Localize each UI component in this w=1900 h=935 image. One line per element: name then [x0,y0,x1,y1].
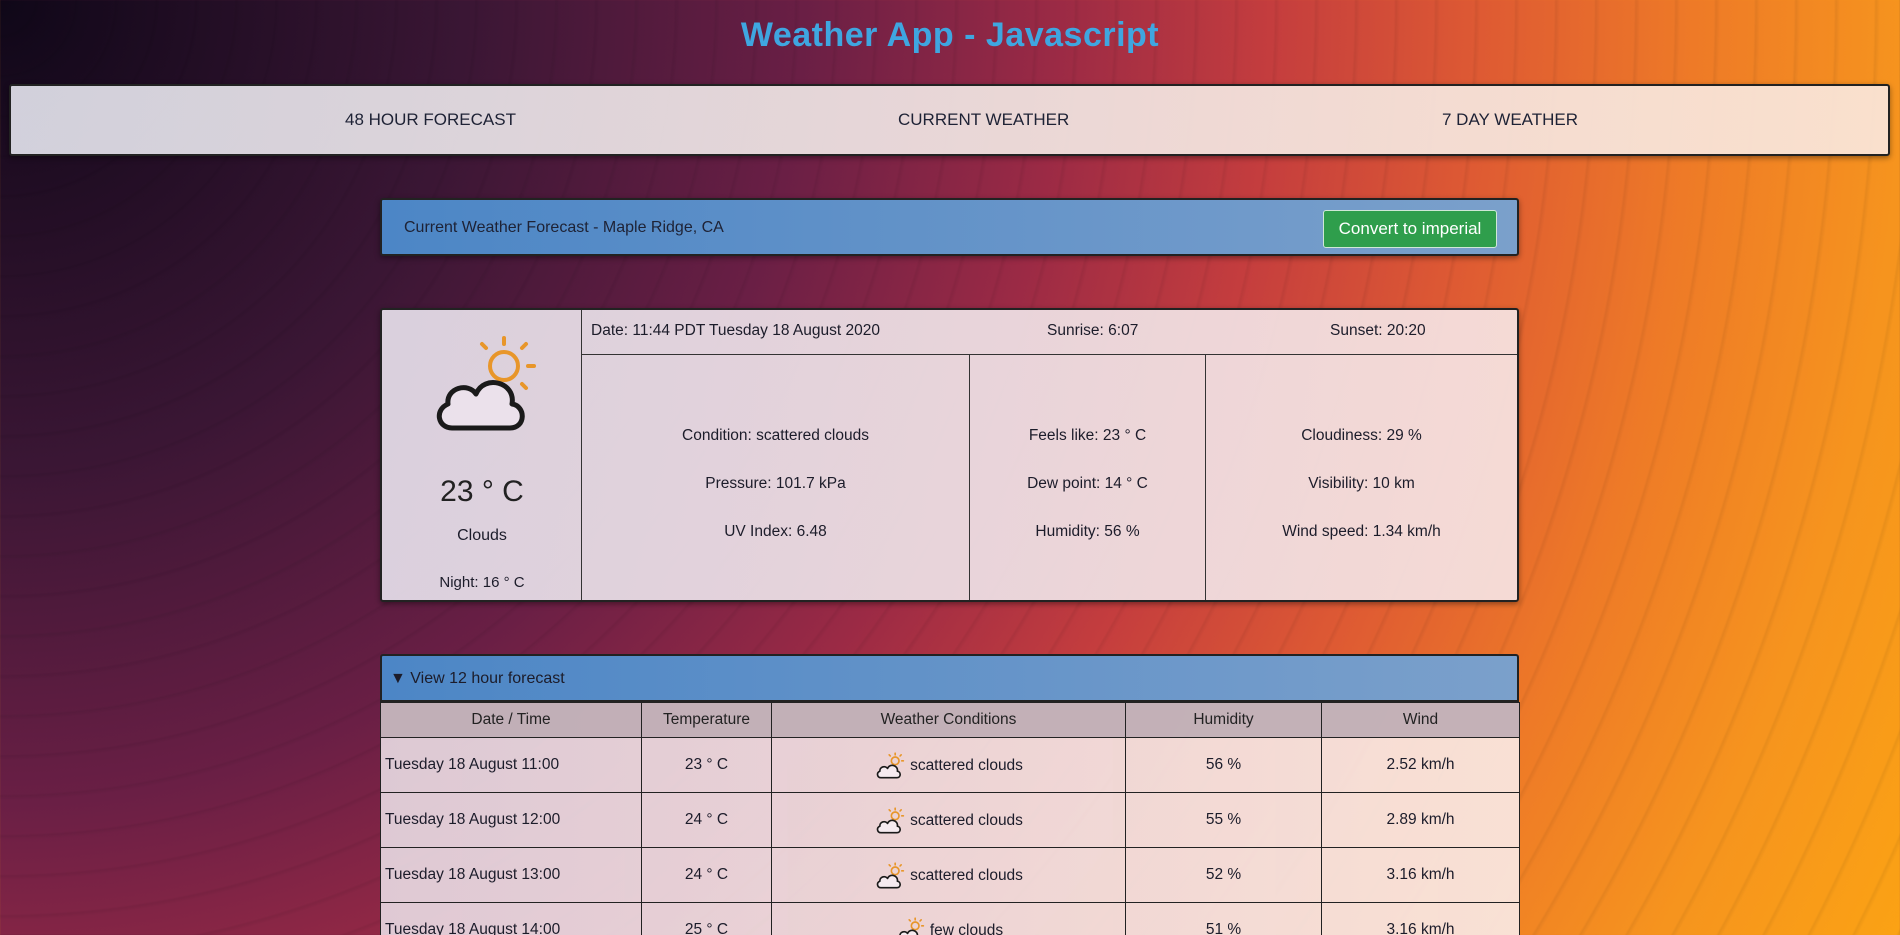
table-row: Tuesday 18 August 11:00 23 ° C scattered c… [380,737,1520,793]
row-wind: 3.16 km/h [1321,847,1520,903]
current-weather-card: 23 ° C Clouds Night: 16 ° C Date: 11:44 … [380,308,1519,602]
row-temperature: 25 ° C [641,902,772,935]
date-sun-row: Date: 11:44 PDT Tuesday 18 August 2020 S… [582,310,1517,355]
pressure-text: Pressure: 101.7 kPa [705,475,846,492]
row-conditions-cell: scattered clouds [771,737,1126,793]
table-row: Tuesday 18 August 14:00 25 ° C few clouds 5… [380,902,1520,935]
uv-index-text: UV Index: 6.48 [724,523,827,540]
row-conditions-cell: scattered clouds [771,792,1126,848]
row-humidity: 52 % [1125,847,1322,903]
forecast-location-title: Current Weather Forecast - Maple Ridge, … [404,219,724,236]
sunset-time: Sunset: 20:20 [1330,322,1426,339]
table-row: Tuesday 18 August 12:00 24 ° C scattered c… [380,792,1520,848]
partly-cloudy-icon [436,336,536,431]
nav-current-weather[interactable]: CURRENT WEATHER [898,110,1069,130]
partly-cloudy-icon [876,806,905,834]
partly-cloudy-icon [899,916,925,935]
hourly-forecast-toggle-label: ▼ View 12 hour forecast [390,670,565,687]
table-row: Tuesday 18 August 13:00 24 ° C scattered c… [380,847,1520,903]
feels-like-text: Feels like: 23 ° C [1028,427,1147,444]
row-wind: 2.52 km/h [1321,737,1520,793]
current-temperature: 23 ° C [440,475,524,508]
sunrise-time: Sunrise: 6:07 [1047,322,1139,339]
row-conditions-cell: few clouds [771,902,1126,935]
table-header-row: Date / Time Temperature Weather Conditio… [380,702,1520,738]
row-datetime: Tuesday 18 August 14:00 [380,902,642,935]
current-weather-header: Current Weather Forecast - Maple Ridge, … [380,198,1519,256]
partly-cloudy-icon [876,861,905,889]
row-humidity: 56 % [1125,737,1322,793]
cloudiness-text: Cloudiness: 29 % [1301,427,1422,444]
details-col-1: Condition: scattered clouds Pressure: 10… [582,355,970,600]
night-temperature: Night: 16 ° C [439,574,525,591]
row-conditions: scattered clouds [910,811,1023,829]
hourly-forecast-toggle[interactable]: ▼ View 12 hour forecast [380,654,1519,702]
row-wind: 2.89 km/h [1321,792,1520,848]
row-conditions: scattered clouds [910,756,1023,774]
current-summary: 23 ° C Clouds Night: 16 ° C [382,310,582,600]
convert-units-button[interactable]: Convert to imperial [1323,210,1497,248]
row-datetime: Tuesday 18 August 12:00 [380,792,642,848]
column-header: Date / Time [380,702,642,738]
current-condition-main: Clouds [457,527,507,544]
column-header: Temperature [641,702,772,738]
details-col-2: Feels like: 23 ° C Dew point: 14 ° C Hum… [970,355,1206,600]
visibility-text: Visibility: 10 km [1308,475,1415,492]
row-humidity: 51 % [1125,902,1322,935]
row-wind: 3.16 km/h [1321,902,1520,935]
row-conditions: scattered clouds [910,866,1023,884]
row-temperature: 24 ° C [641,792,772,848]
row-datetime: Tuesday 18 August 13:00 [380,847,642,903]
column-header: Wind [1321,702,1520,738]
partly-cloudy-icon [876,751,905,779]
dew-point-text: Dew point: 14 ° C [1027,475,1148,492]
details-col-3: Cloudiness: 29 % Visibility: 10 km Wind … [1206,355,1517,600]
nav-48-hour-forecast[interactable]: 48 HOUR FORECAST [345,110,516,130]
column-header: Weather Conditions [771,702,1126,738]
humidity-text: Humidity: 56 % [1035,523,1140,540]
wind-speed-text: Wind speed: 1.34 km/h [1282,523,1441,540]
column-header: Humidity [1125,702,1322,738]
hourly-forecast-table: Date / Time Temperature Weather Conditio… [380,702,1520,935]
current-date: Date: 11:44 PDT Tuesday 18 August 2020 [591,322,880,339]
row-humidity: 55 % [1125,792,1322,848]
condition-text: Condition: scattered clouds [682,427,869,444]
row-datetime: Tuesday 18 August 11:00 [380,737,642,793]
row-conditions-cell: scattered clouds [771,847,1126,903]
top-nav: 48 HOUR FORECAST CURRENT WEATHER 7 DAY W… [9,84,1890,156]
nav-7-day-weather[interactable]: 7 DAY WEATHER [1442,110,1578,130]
app-title: Weather App - Javascript [740,16,1160,54]
row-conditions: few clouds [929,921,1004,935]
row-temperature: 23 ° C [641,737,772,793]
row-temperature: 24 ° C [641,847,772,903]
